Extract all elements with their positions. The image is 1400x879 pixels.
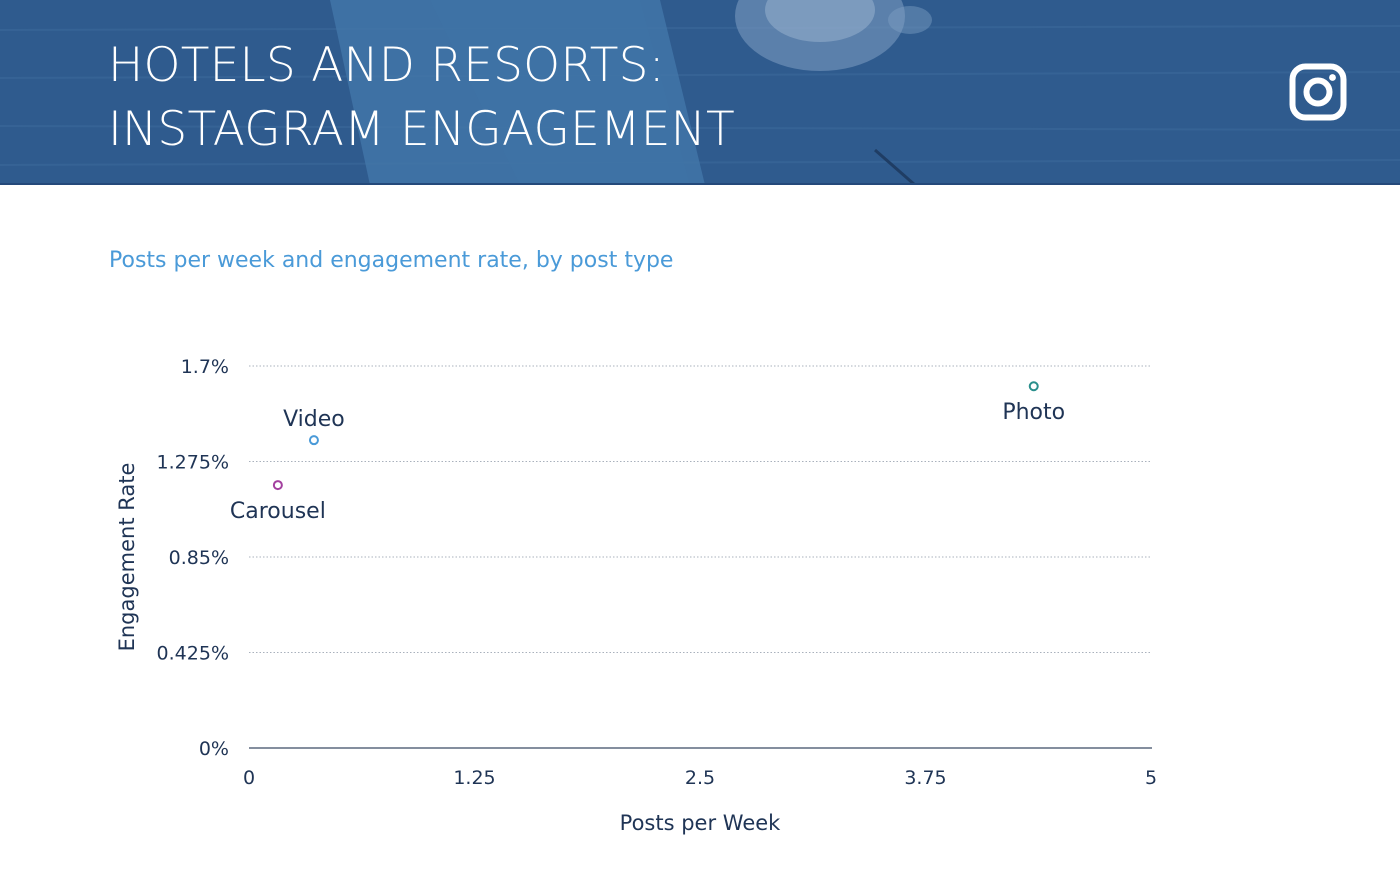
y-tick-label: 0.425%: [157, 643, 229, 665]
x-tick-label: 3.75: [904, 767, 946, 789]
y-tick-label: 1.275%: [157, 452, 229, 474]
y-tick-label: 0.85%: [169, 547, 229, 569]
scatter-point-video: [308, 435, 319, 446]
y-tick-label: 1.7%: [181, 356, 229, 378]
y-axis-title: Engagement Rate: [115, 463, 139, 652]
scatter-chart: 0% 0.425% 0.85% 1.275% 1.7% 0 1.25 2.5 3.75 5 Post…: [115, 356, 1157, 835]
scatter-point-photo: [1028, 381, 1039, 392]
point-label-video: Video: [283, 407, 345, 432]
x-tick-label: 0: [243, 767, 255, 789]
scatter-point-carousel: [272, 480, 283, 491]
x-axis-title: Posts per Week: [620, 811, 781, 835]
x-tick-label: 5: [1145, 767, 1157, 789]
point-label-photo: Photo: [1002, 400, 1065, 425]
point-label-carousel: Carousel: [230, 499, 326, 524]
y-tick-label: 0%: [199, 738, 229, 760]
x-tick-label: 2.5: [685, 767, 715, 789]
x-tick-label: 1.25: [453, 767, 495, 789]
